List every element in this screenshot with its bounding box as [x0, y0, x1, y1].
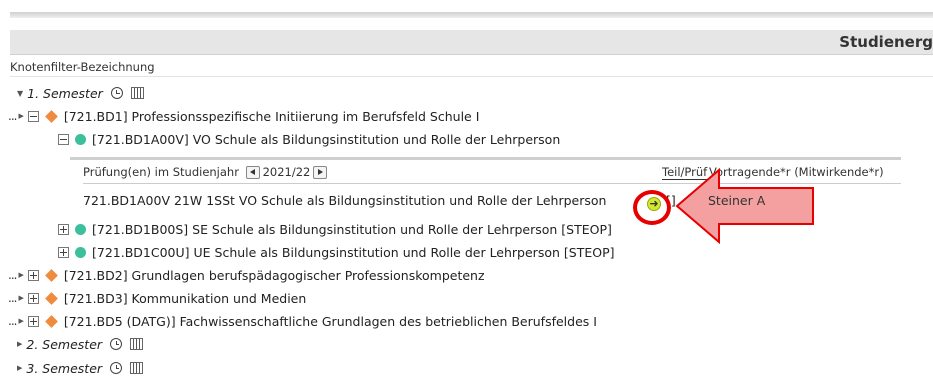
calendar-icon[interactable]	[130, 338, 144, 350]
node-label[interactable]: [721.BD3] Kommunikation und Medien	[64, 291, 306, 306]
caret-icon: ▶	[18, 271, 24, 279]
tree-prefix: ...	[8, 109, 18, 123]
module-diamond-icon	[44, 109, 58, 123]
tree-prefix: ...	[8, 291, 18, 305]
lecturer-name[interactable]: Steiner A	[708, 193, 765, 208]
next-year-icon[interactable]	[313, 166, 328, 179]
node-label[interactable]: [721.BD5 (DATG)] Fachwissenschaftliche G…	[64, 314, 597, 329]
course-dot-icon	[75, 246, 86, 258]
caret-icon: ▶	[18, 317, 24, 325]
semester-row-2[interactable]: ▶ 2. Semester	[17, 334, 144, 354]
expand-icon[interactable]	[27, 292, 39, 304]
expand-icon[interactable]	[27, 269, 39, 281]
section-title: Studienerg	[839, 33, 933, 51]
node-label[interactable]: [721.BD1] Professionsspezifische Initiie…	[64, 109, 480, 124]
node-label[interactable]: [721.BD2] Grundlagen berufspädagogischer…	[64, 268, 485, 283]
tree-prefix: ...	[8, 268, 18, 282]
tree-node-c00u[interactable]: [721.BD1C00U] UE Schule als Bildungsinst…	[58, 242, 614, 262]
expand-icon[interactable]	[58, 223, 69, 235]
expand-triangle-icon[interactable]: ▶	[17, 364, 22, 372]
expand-icon[interactable]	[27, 315, 39, 327]
top-bar	[10, 12, 933, 18]
clock-icon[interactable]	[110, 338, 123, 350]
tree-prefix: ...	[8, 314, 18, 328]
tree-node-b00s[interactable]: [721.BD1B00S] SE Schule als Bildungsinst…	[58, 219, 612, 239]
annotation-circle	[633, 190, 671, 225]
caret-icon: ▶	[18, 294, 24, 302]
caret-icon: ▶	[18, 112, 24, 120]
node-label[interactable]: [721.BD1A00V] VO Schule als Bildungsinst…	[92, 132, 560, 147]
tree-node-a00v[interactable]: [721.BD1A00V] VO Schule als Bildungsinst…	[58, 129, 560, 149]
module-diamond-icon	[44, 268, 58, 282]
prev-year-icon[interactable]	[245, 166, 260, 179]
tree-node-bd1[interactable]: ... ▶ [721.BD1] Professionsspezifische I…	[8, 106, 479, 126]
semester-row-1[interactable]: ▼ 1. Semester	[17, 83, 144, 103]
exam-course-entry: 721.BD1A00V 21W 1SSt VO Schule als Bildu…	[83, 193, 607, 208]
semester-label: 1. Semester	[27, 85, 103, 101]
calendar-icon[interactable]	[130, 87, 144, 99]
divider	[10, 76, 933, 77]
course-dot-icon	[75, 223, 86, 235]
tree-node-bd5[interactable]: ... ▶ [721.BD5 (DATG)] Fachwissenschaftl…	[8, 311, 597, 331]
clock-icon[interactable]	[110, 362, 123, 374]
exam-year-label: Prüfung(en) im Studienjahr	[83, 165, 239, 179]
tree-node-bd2[interactable]: ... ▶ [721.BD2] Grundlagen berufspädagog…	[8, 265, 485, 285]
semester-label: 3. Semester	[26, 360, 103, 376]
panel-topline	[70, 157, 901, 160]
semester-row-3[interactable]: ▶ 3. Semester	[17, 358, 144, 378]
knotenfilter-label: Knotenfilter-Bezeichnung	[10, 60, 155, 74]
exam-year-value: 2021/22	[262, 165, 311, 179]
collapse-icon[interactable]	[58, 133, 69, 145]
expand-icon[interactable]	[58, 246, 69, 258]
expand-triangle-icon[interactable]: ▶	[17, 340, 22, 348]
collapse-triangle-icon[interactable]: ▼	[17, 89, 23, 98]
node-label[interactable]: [721.BD1C00U] UE Schule als Bildungsinst…	[92, 245, 614, 260]
course-dot-icon	[75, 133, 86, 145]
module-diamond-icon	[44, 314, 58, 328]
section-header: Studienerg	[10, 30, 933, 55]
node-label[interactable]: [721.BD1B00S] SE Schule als Bildungsinst…	[92, 222, 612, 237]
module-diamond-icon	[44, 291, 58, 305]
clock-icon[interactable]	[110, 87, 123, 99]
calendar-icon[interactable]	[130, 362, 144, 374]
tree-node-bd3[interactable]: ... ▶ [721.BD3] Kommunikation und Medien	[8, 288, 306, 308]
semester-label: 2. Semester	[26, 336, 103, 352]
collapse-icon[interactable]	[27, 110, 39, 122]
